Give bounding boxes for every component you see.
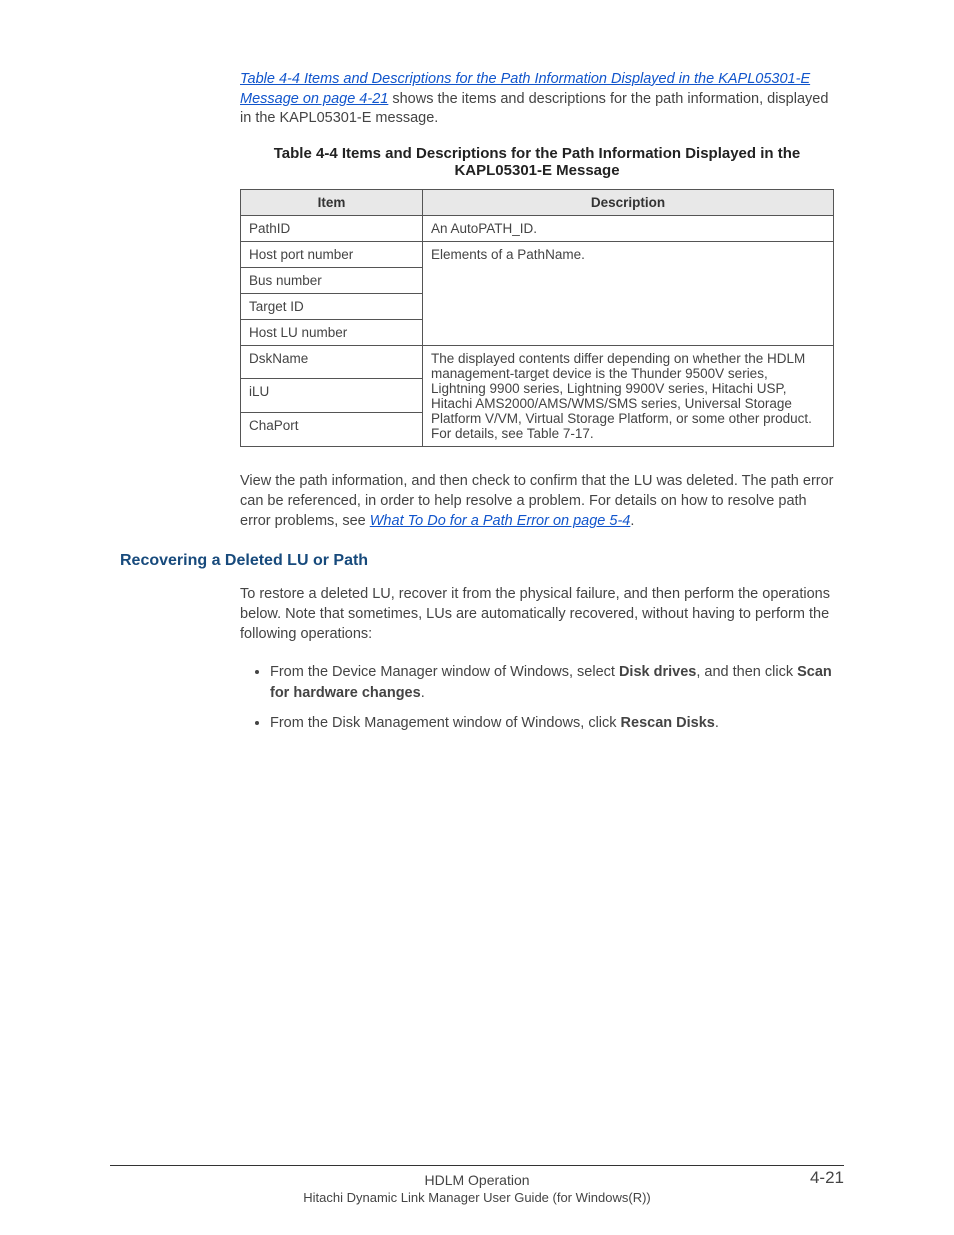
text: , and then click	[696, 664, 797, 680]
cell-item: PathID	[241, 215, 423, 241]
bullet-list: From the Device Manager window of Window…	[240, 662, 834, 733]
after-table-paragraph: View the path information, and then chec…	[240, 471, 834, 532]
footer-page-number: 4-21	[810, 1168, 844, 1188]
list-item: From the Device Manager window of Window…	[270, 662, 834, 703]
bold-text: Disk drives	[619, 664, 696, 680]
col-header-description: Description	[423, 189, 834, 215]
text: .	[421, 685, 425, 701]
cell-item: Target ID	[241, 293, 423, 319]
cell-item: Host LU number	[241, 319, 423, 345]
footer-book-title: Hitachi Dynamic Link Manager User Guide …	[303, 1190, 651, 1205]
cell-item: DskName	[241, 345, 423, 379]
intro-paragraph: Table 4-4 Items and Descriptions for the…	[240, 70, 834, 129]
section-heading: Recovering a Deleted LU or Path	[120, 552, 834, 570]
path-info-table: Item Description PathID An AutoPATH_ID. …	[240, 189, 834, 447]
page-content: Table 4-4 Items and Descriptions for the…	[120, 70, 834, 1165]
footer-section-title: HDLM Operation	[424, 1172, 529, 1188]
path-error-link[interactable]: What To Do for a Path Error on page 5-4	[370, 513, 631, 529]
table-caption: Table 4-4 Items and Descriptions for the…	[240, 145, 834, 179]
cell-desc: An AutoPATH_ID.	[423, 215, 834, 241]
table-row: Host port number Elements of a PathName.	[241, 241, 834, 267]
page-footer: HDLM Operation Hitachi Dynamic Link Mana…	[110, 1165, 844, 1205]
table-header-row: Item Description	[241, 189, 834, 215]
col-header-item: Item	[241, 189, 423, 215]
table-row: DskName The displayed contents differ de…	[241, 345, 834, 379]
cell-desc: Elements of a PathName.	[423, 241, 834, 345]
cell-item: ChaPort	[241, 413, 423, 447]
cell-item: Bus number	[241, 267, 423, 293]
cell-item: Host port number	[241, 241, 423, 267]
bold-text: Rescan Disks	[621, 715, 715, 731]
text: From the Disk Management window of Windo…	[270, 715, 621, 731]
text: .	[715, 715, 719, 731]
cell-item: iLU	[241, 379, 423, 413]
text: From the Device Manager window of Window…	[270, 664, 619, 680]
document-page: Table 4-4 Items and Descriptions for the…	[0, 0, 954, 1235]
cell-desc: The displayed contents differ depending …	[423, 345, 834, 446]
list-item: From the Disk Management window of Windo…	[270, 713, 834, 733]
table-row: PathID An AutoPATH_ID.	[241, 215, 834, 241]
text: .	[630, 513, 634, 529]
section-paragraph: To restore a deleted LU, recover it from…	[240, 584, 834, 645]
